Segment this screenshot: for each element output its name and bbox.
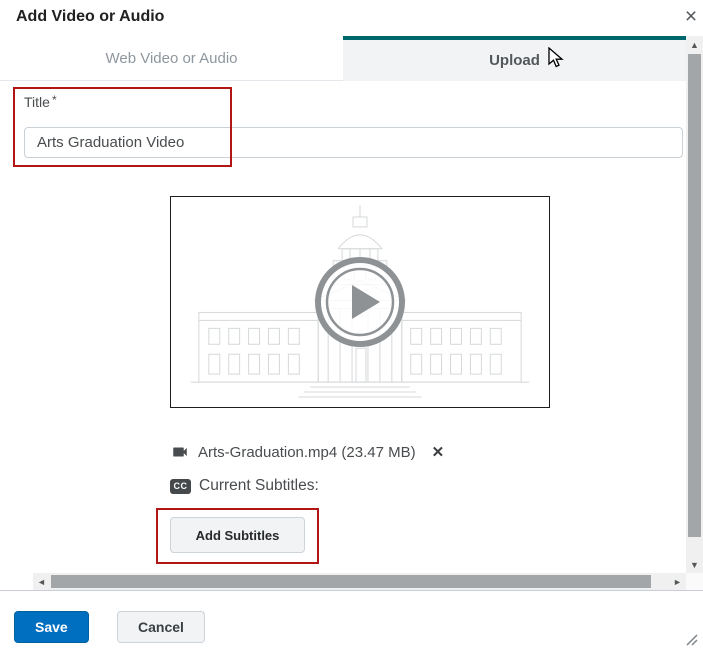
scroll-up-icon[interactable]: ▲ (686, 36, 703, 53)
current-subtitles-label: Current Subtitles: (199, 477, 319, 495)
page-title: Add Video or Audio (16, 8, 164, 26)
add-subtitles-button[interactable]: Add Subtitles (170, 517, 305, 553)
scroll-left-icon[interactable]: ◄ (33, 573, 50, 590)
scroll-down-icon[interactable]: ▼ (686, 556, 703, 573)
closed-captions-icon: CC (170, 479, 191, 494)
file-name-label: Arts-Graduation.mp4 (23.47 MB) (198, 444, 416, 461)
cancel-button[interactable]: Cancel (117, 611, 205, 643)
title-label-text: Title (24, 94, 50, 110)
resize-handle[interactable] (684, 632, 700, 648)
play-button-icon[interactable] (310, 252, 410, 352)
horizontal-scrollbar[interactable]: ◄ ► (33, 573, 686, 590)
required-asterisk: * (52, 93, 57, 107)
scroll-right-icon[interactable]: ► (669, 573, 686, 590)
h-scroll-track[interactable] (50, 573, 669, 590)
v-scroll-thumb[interactable] (688, 54, 701, 537)
h-scroll-thumb[interactable] (51, 575, 651, 588)
add-video-audio-dialog: Add Video or Audio × Web Video or Audio … (0, 0, 703, 650)
tab-bar: Web Video or Audio Upload (0, 36, 686, 81)
tab-web-video-or-audio[interactable]: Web Video or Audio (0, 36, 343, 81)
remove-file-icon[interactable]: ✕ (432, 443, 445, 461)
scrollbar-corner (686, 573, 703, 590)
video-camera-icon (170, 443, 190, 461)
title-input[interactable] (24, 127, 683, 158)
save-button[interactable]: Save (14, 611, 89, 643)
close-icon[interactable]: × (679, 4, 703, 30)
current-subtitles-row: CC Current Subtitles: (170, 475, 319, 497)
v-scroll-track[interactable] (686, 53, 703, 556)
video-preview-frame (170, 196, 550, 408)
tab-upload[interactable]: Upload (343, 36, 686, 81)
uploaded-file-row: Arts-Graduation.mp4 (23.47 MB) ✕ (170, 440, 444, 464)
footer-divider (0, 590, 703, 591)
title-label: Title* (24, 94, 57, 110)
vertical-scrollbar[interactable]: ▲ ▼ (686, 36, 703, 573)
